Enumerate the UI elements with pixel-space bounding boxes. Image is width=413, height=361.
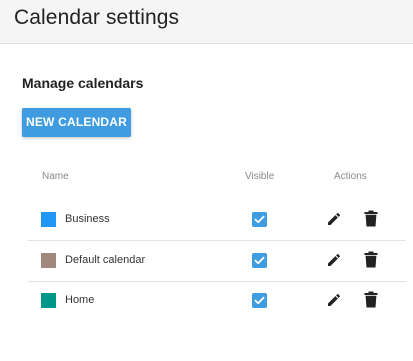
edit-icon[interactable] [326,292,342,308]
calendar-row-default: Default calendar [28,241,406,282]
calendar-name: Business [65,213,110,225]
column-header-visible: Visible [245,171,275,182]
column-header-name: Name [42,171,69,182]
calendar-name: Home [65,294,95,306]
edit-icon[interactable] [326,252,342,268]
color-swatch [41,293,56,308]
calendar-name: Default calendar [65,254,146,266]
page-title: Calendar settings [14,6,180,29]
column-header-actions: Actions [334,171,367,182]
checkmark-icon [254,256,265,265]
color-swatch [41,212,56,227]
trash-icon[interactable] [364,210,378,227]
checkmark-icon [254,296,265,305]
section-title: Manage calendars [22,75,144,91]
checkmark-icon [254,215,265,224]
trash-icon[interactable] [364,251,378,268]
app-header: Calendar settings [0,0,413,44]
visible-checkbox[interactable] [252,293,267,308]
new-calendar-button[interactable]: NEW CALENDAR [22,108,131,137]
trash-icon[interactable] [364,291,378,308]
calendar-row-business: Business [28,200,406,241]
visible-checkbox[interactable] [252,212,267,227]
calendar-row-home: Home [28,281,406,321]
color-swatch [41,253,56,268]
visible-checkbox[interactable] [252,253,267,268]
edit-icon[interactable] [326,211,342,227]
